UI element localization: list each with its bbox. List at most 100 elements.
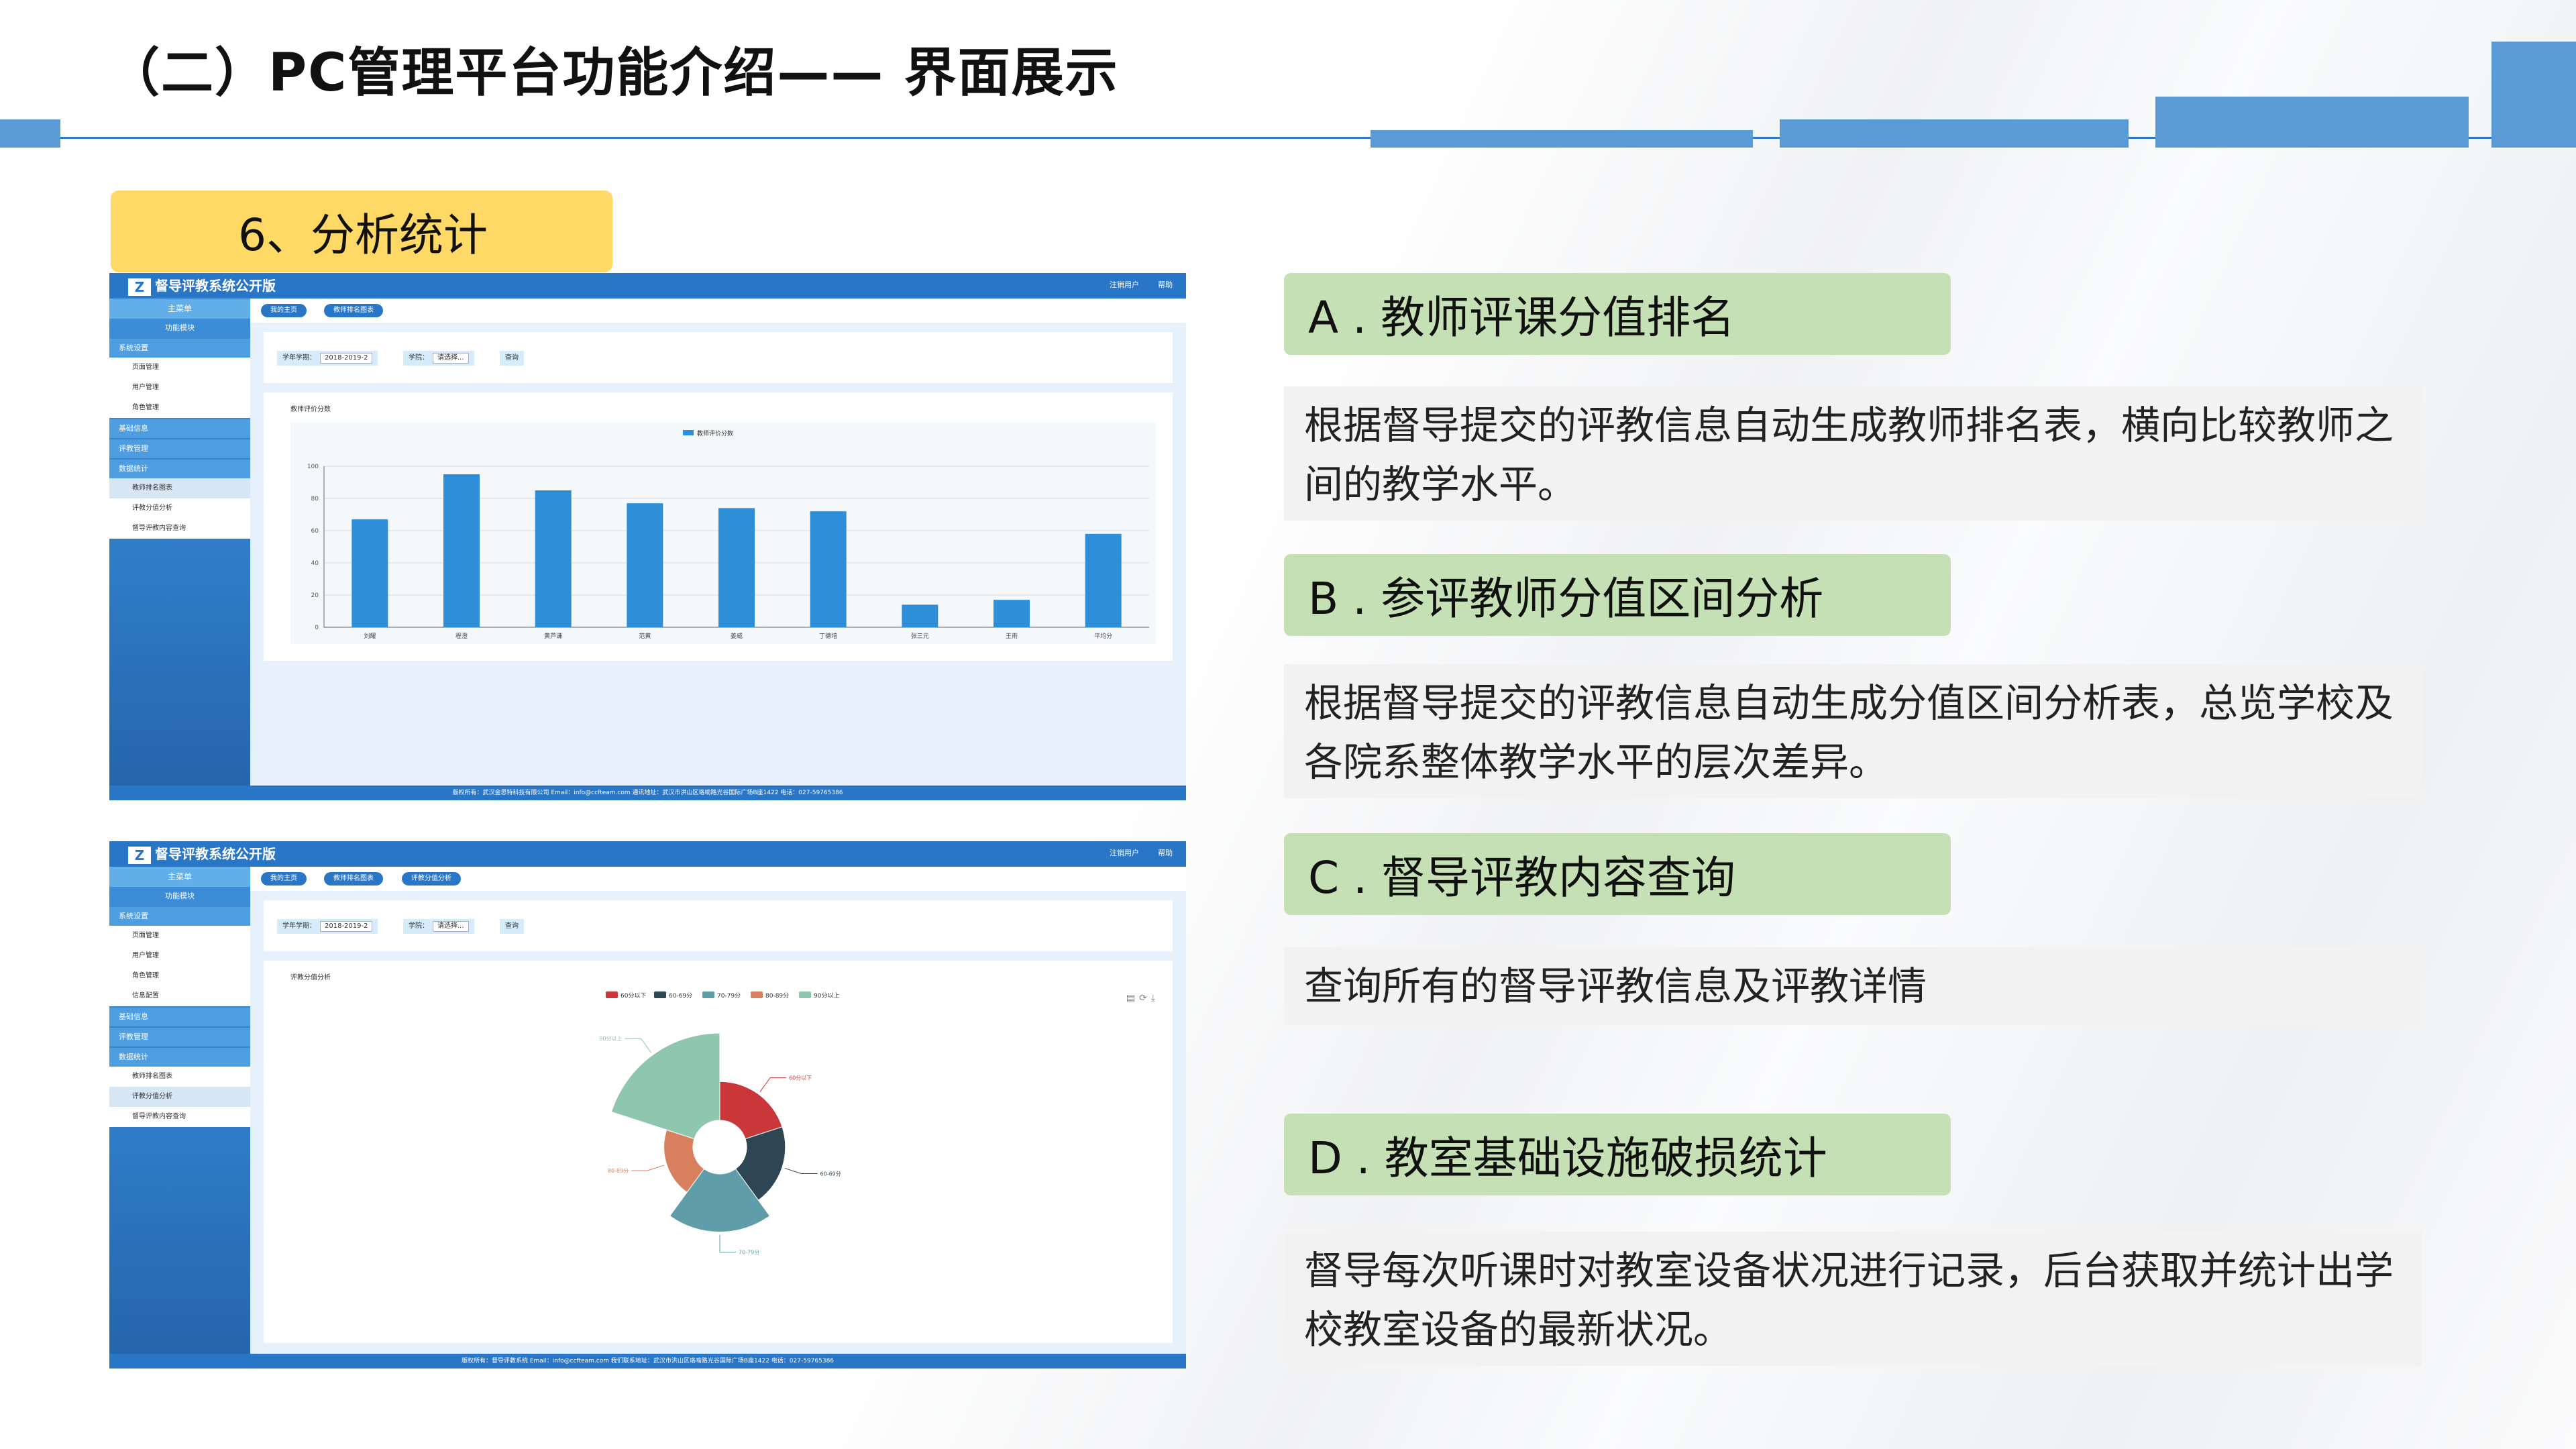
sidebar-item-content-query[interactable]: 督导评教内容查询 [109, 1107, 250, 1127]
logo-icon: Z [128, 846, 151, 864]
legend-label: 教师评价分数 [697, 429, 733, 437]
desc-d: 督导每次听课时对教室设备状况进行记录，后台获取并统计出学校教室设备的最新状况。 [1284, 1232, 2422, 1366]
sidebar-item-pages[interactable]: 页面管理 [109, 926, 250, 946]
app-logo: Z 督导评教系统公开版 [128, 843, 276, 864]
sidebar-item-score-analysis[interactable]: 评教分值分析 [109, 498, 250, 519]
term-select[interactable]: 学年学期： 2018-2019-2 [277, 919, 378, 934]
logout-link[interactable]: 注销用户 [1110, 280, 1139, 289]
tab-score-analysis[interactable]: 评教分值分析 [402, 872, 461, 885]
label-c: C . 督导评教内容查询 [1284, 833, 1951, 915]
x-tick-label: 姜威 [731, 632, 743, 640]
rose-chart: 60分以下 60-69分 70-79分 80-89分 90分以上 60分以下 60-69分 7… [599, 991, 841, 1256]
app-footer: 版权所有：武汉金思特科技有限公司 Email：info@ccfteam.com … [109, 786, 1186, 800]
header-bar-1 [0, 119, 60, 148]
college-select[interactable]: 学院： 请选择... [403, 351, 474, 366]
tab-ranking[interactable]: 教师排名图表 [324, 304, 383, 317]
slice-label: 80-89分 [608, 1168, 629, 1174]
bar [718, 508, 755, 627]
bar [1085, 533, 1122, 627]
page-title: （二）PC管理平台功能介绍—— 界面展示 [107, 43, 1119, 103]
desc-a: 根据督导提交的评教信息自动生成教师排名表，横向比较教师之间的教学水平。 [1284, 386, 2422, 521]
bar [902, 604, 938, 627]
sidebar-item-score-analysis[interactable]: 评教分值分析 [109, 1087, 250, 1107]
term-select[interactable]: 学年学期： 2018-2019-2 [277, 351, 378, 366]
bar [443, 474, 480, 627]
y-tick-label: 40 [311, 560, 319, 567]
y-tick-label: 20 [311, 592, 319, 599]
slice-label: 60-69分 [820, 1171, 841, 1177]
app-topbar: Z 督导评教系统公开版 注销用户 帮助 [109, 841, 1186, 867]
bar [810, 511, 847, 627]
slice-label: 60分以下 [789, 1075, 812, 1081]
y-tick-label: 60 [311, 528, 319, 535]
tab-home[interactable]: 我的主页 [261, 872, 307, 885]
help-link[interactable]: 帮助 [1158, 849, 1173, 857]
sidebar-item-ranking[interactable]: 教师排名图表 [109, 1067, 250, 1087]
sidebar: 主菜单 功能模块 系统设置 页面管理 用户管理 角色管理 基础信息 评教管理 数… [109, 299, 250, 786]
tab-home[interactable]: 我的主页 [261, 304, 307, 317]
sidebar-group-eval[interactable]: 评教管理 [109, 1028, 250, 1046]
legend-label: 80-89分 [765, 992, 789, 1000]
sidebar-group-eval[interactable]: 评教管理 [109, 439, 250, 458]
rose-slice [610, 1032, 720, 1140]
sidebar-item-ranking[interactable]: 教师排名图表 [109, 478, 250, 498]
app-footer: 版权所有：督导评教系统 Email：info@ccfteam.com 我们联系地… [109, 1354, 1186, 1368]
sidebar-group-stats[interactable]: 数据统计 [109, 460, 250, 478]
legend-label: 60分以下 [621, 992, 646, 1000]
app-logo: Z 督导评教系统公开版 [128, 275, 276, 296]
filter-bar: 学年学期： 2018-2019-2 学院： 请选择... 查询 [264, 332, 1173, 383]
sidebar-group-settings[interactable]: 系统设置 [109, 339, 250, 358]
legend-swatch [654, 991, 666, 998]
sidebar-header[interactable]: 主菜单 [109, 867, 250, 887]
bar-chart: 教师评价分数 0 20 40 60 80 100 刘耀 程澄 黄芦谦 范黄 姜威 丁德培 张三元 王雨 平均分 [290, 423, 1156, 644]
label-line [719, 1234, 736, 1253]
bar [535, 490, 572, 627]
legend-swatch [683, 430, 694, 435]
legend-swatch [799, 991, 811, 998]
x-tick-label: 黄芦谦 [544, 632, 562, 640]
filter-bar: 学年学期： 2018-2019-2 学院： 请选择... 查询 [264, 900, 1173, 951]
sidebar-item-users[interactable]: 用户管理 [109, 946, 250, 966]
x-tick-label: 张三元 [911, 633, 929, 640]
screenshot-ranking: Z 督导评教系统公开版 注销用户 帮助 主菜单 功能模块 系统设置 页面管理 用户管… [109, 273, 1186, 800]
sidebar-item-users[interactable]: 用户管理 [109, 378, 250, 398]
label-line [625, 1038, 652, 1053]
sidebar-item-roles[interactable]: 角色管理 [109, 398, 250, 418]
legend-swatch [702, 991, 714, 998]
header-bar-3 [1780, 119, 2129, 148]
sidebar-header[interactable]: 主菜单 [109, 299, 250, 319]
sidebar-item-content-query[interactable]: 督导评教内容查询 [109, 519, 250, 539]
legend-swatch [606, 991, 618, 998]
sidebar-group-settings[interactable]: 系统设置 [109, 907, 250, 926]
query-button[interactable]: 查询 [500, 351, 524, 366]
tab-ranking[interactable]: 教师排名图表 [324, 872, 383, 885]
x-tick-label: 王雨 [1006, 633, 1018, 640]
sidebar: 主菜单 功能模块 系统设置 页面管理 用户管理 角色管理 信息配置 基础信息 评… [109, 867, 250, 1354]
sidebar-item-pages[interactable]: 页面管理 [109, 358, 250, 378]
help-link[interactable]: 帮助 [1158, 280, 1173, 289]
chart-panel: 教师评价分数 教师评价分数 0 20 40 60 80 100 刘耀 程澄 黄芦谦 范黄 姜威 丁德培 张… [264, 392, 1173, 661]
header-bar-2 [1371, 130, 1753, 148]
sidebar-group-basic[interactable]: 基础信息 [109, 1008, 250, 1026]
logout-link[interactable]: 注销用户 [1110, 849, 1139, 857]
slice-label: 70-79分 [739, 1250, 759, 1256]
sidebar-group-basic[interactable]: 基础信息 [109, 419, 250, 438]
legend-label: 90分以上 [814, 992, 839, 1000]
section-label: 6、分析统计 [111, 191, 612, 272]
sidebar-group-stats[interactable]: 数据统计 [109, 1048, 250, 1067]
screenshot-score-analysis: Z 督导评教系统公开版 注销用户 帮助 主菜单 功能模块 系统设置 页面管理 用户管… [109, 841, 1186, 1368]
legend-label: 70-79分 [717, 992, 741, 1000]
header-bar-5 [2491, 42, 2576, 148]
sidebar-item-config[interactable]: 信息配置 [109, 986, 250, 1006]
college-select[interactable]: 学院： 请选择... [403, 919, 474, 934]
app-name: 督导评教系统公开版 [155, 278, 276, 294]
bar [627, 503, 663, 627]
sidebar-item-roles[interactable]: 角色管理 [109, 966, 250, 986]
slide: （二）PC管理平台功能介绍—— 界面展示 6、分析统计 Z 督导评教系统公开版 注… [0, 0, 2576, 1449]
query-button[interactable]: 查询 [500, 919, 524, 934]
app-name: 督导评教系统公开版 [155, 846, 276, 862]
main-area: 我的主页 教师排名图表 评教分值分析 学年学期： 2018-2019-2 学院：请… [250, 867, 1186, 1354]
app-topbar: Z 督导评教系统公开版 注销用户 帮助 [109, 273, 1186, 299]
sidebar-func-label: 功能模块 [165, 892, 195, 900]
logo-icon: Z [128, 278, 151, 296]
